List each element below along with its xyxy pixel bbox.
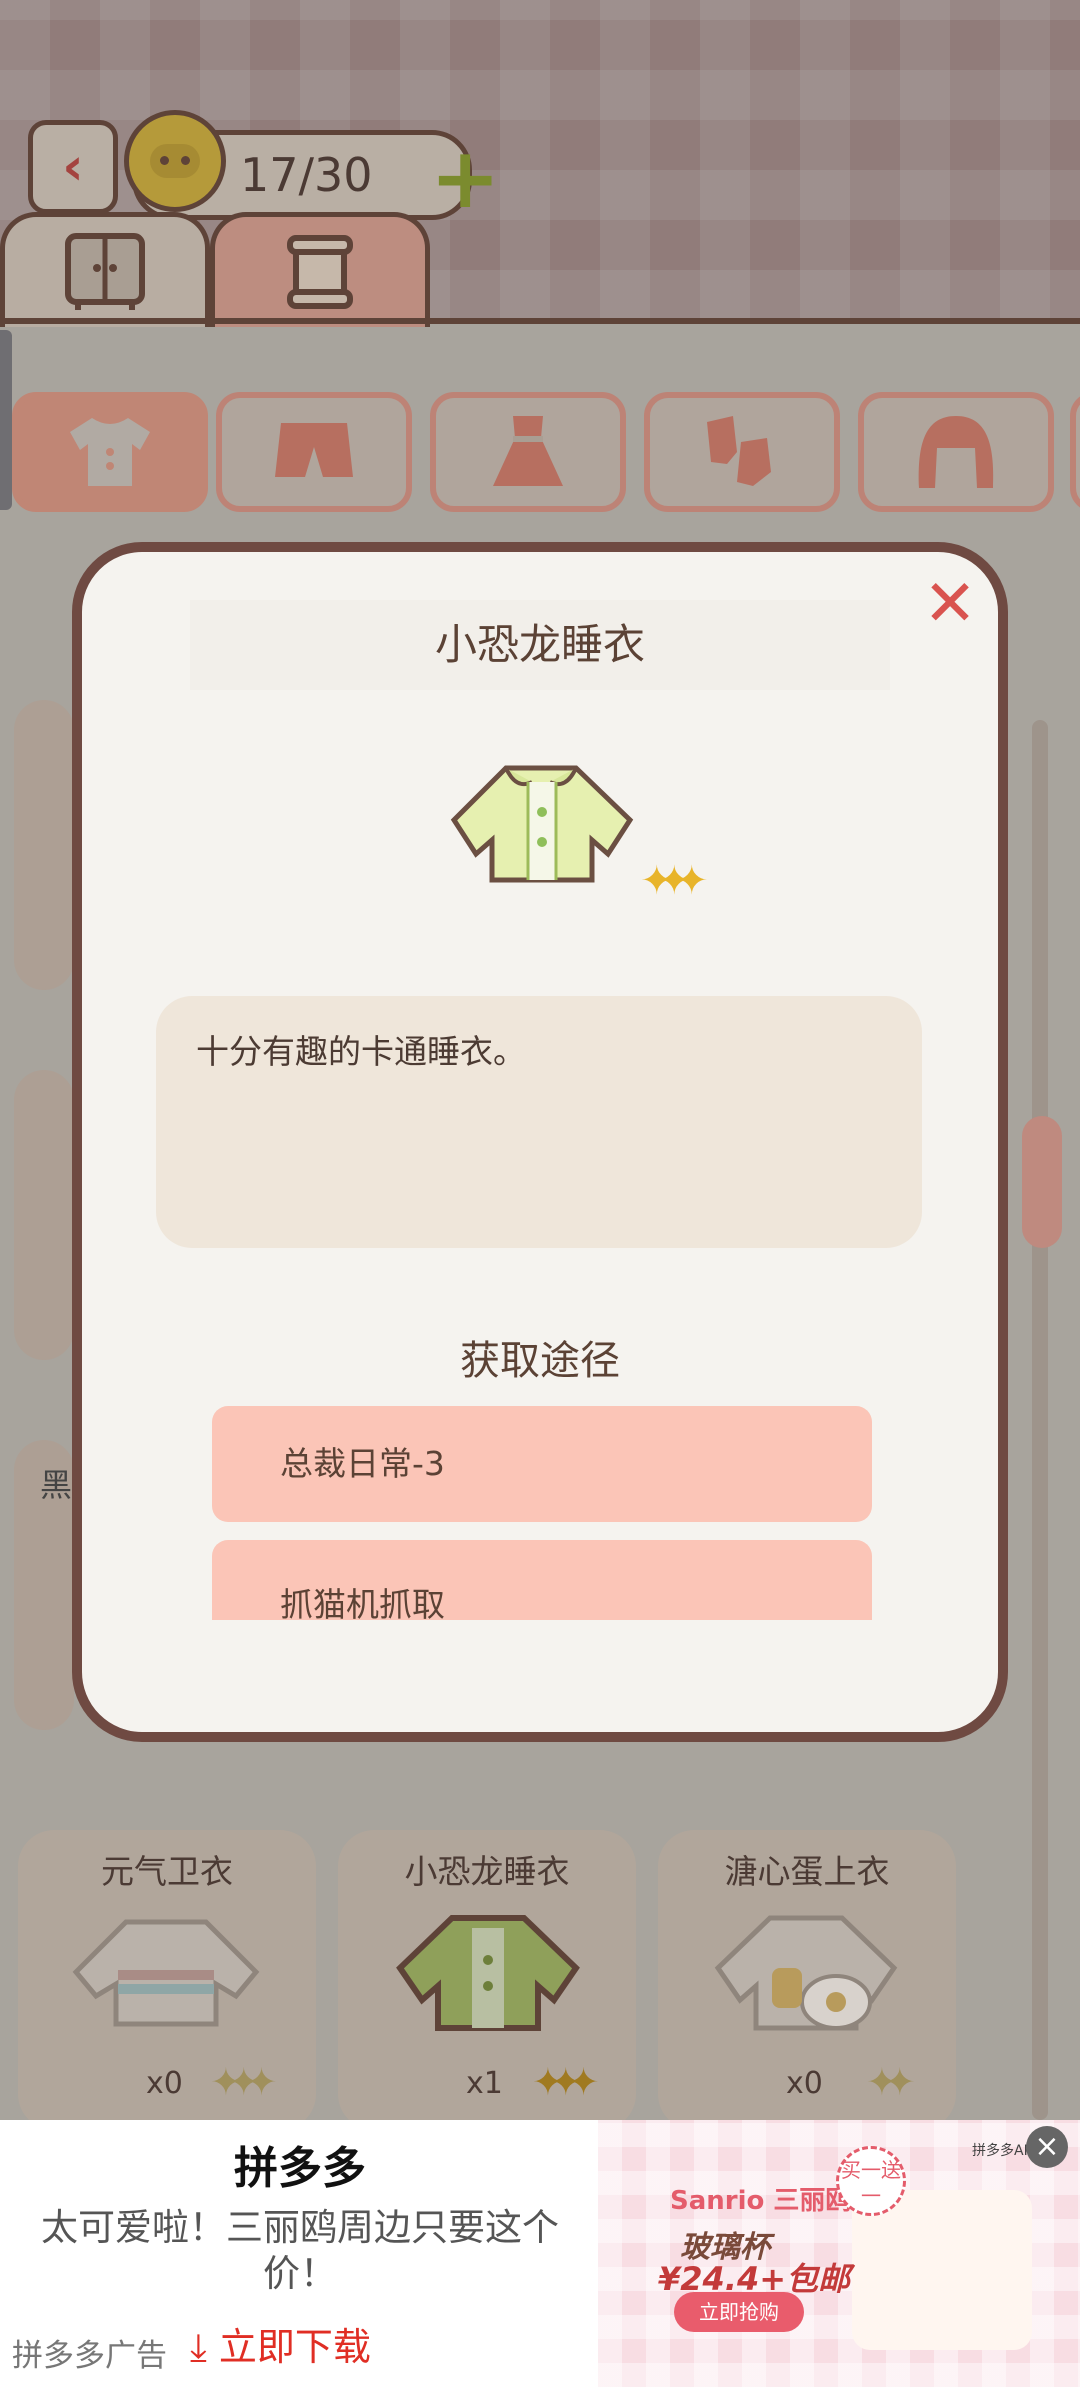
- acquire-route-item[interactable]: 总裁日常-3: [212, 1406, 872, 1522]
- item-description: 十分有趣的卡通睡衣。: [196, 1032, 526, 1071]
- hair-icon: [918, 416, 994, 488]
- category-hair[interactable]: [858, 392, 1054, 512]
- item-name: 小恐龙睡衣: [404, 1852, 570, 1891]
- item-name: 溏心蛋上衣: [724, 1852, 890, 1891]
- ad-cta-button[interactable]: 立即抢购: [674, 2292, 804, 2332]
- coin-count: 17/30: [240, 148, 373, 202]
- star-rating-icon: ✦✦✦: [532, 2060, 599, 2104]
- scroll-icon: [287, 235, 353, 309]
- star-rating-icon: ✦✦: [866, 2060, 916, 2104]
- list-item: [14, 1070, 74, 1360]
- category-socks[interactable]: [644, 392, 840, 512]
- acquire-heading: 获取途径: [460, 1338, 620, 1384]
- side-handle[interactable]: [0, 330, 12, 510]
- star-rating-icon: ✦✦✦: [640, 858, 708, 904]
- ad-close-button[interactable]: ×: [1026, 2126, 1068, 2168]
- ad-promo-badge: 买一送一: [836, 2146, 906, 2216]
- ad-app-name: 拼多多: [234, 2143, 366, 2194]
- egg-top-icon: [714, 1915, 898, 2031]
- tab-divider: [0, 318, 1080, 324]
- category-dresses[interactable]: [430, 392, 626, 512]
- shorts-icon: [275, 423, 353, 477]
- hoodie-icon: [72, 1919, 260, 2027]
- item-count: x1: [466, 2066, 503, 2101]
- close-icon: ✕: [923, 567, 977, 641]
- shirt-icon: [70, 418, 150, 486]
- coin-icon: [124, 110, 226, 212]
- dialog-title: 小恐龙睡衣: [190, 600, 890, 690]
- tab-scroll[interactable]: [210, 212, 430, 327]
- category-tops[interactable]: [12, 392, 208, 512]
- acquire-route-item[interactable]: 抓猫机抓取: [212, 1540, 872, 1620]
- item-count: x0: [146, 2066, 183, 2101]
- dino-pajama-icon: [450, 765, 634, 883]
- add-coins-button[interactable]: +: [430, 136, 500, 220]
- ad-brand: Sanrio 三丽鸥: [670, 2186, 852, 2216]
- scrollbar-track[interactable]: [1032, 720, 1048, 2120]
- ad-description: 太可爱啦！三丽鸥周边只要这个价！: [41, 2206, 559, 2295]
- item-name-partial: 黑: [40, 1466, 73, 1504]
- item-name: 元气卫衣: [101, 1852, 233, 1891]
- ad-source-label: 拼多多广告: [12, 2338, 167, 2374]
- star-rating-icon: ✦✦✦: [210, 2060, 277, 2104]
- scrollbar-thumb[interactable]: [1022, 1116, 1062, 1248]
- chevron-left-icon: ‹: [62, 137, 84, 197]
- socks-icon: [707, 416, 771, 486]
- close-icon: ×: [1034, 2129, 1060, 2164]
- category-bottoms[interactable]: [216, 392, 412, 512]
- dress-icon: [493, 416, 563, 486]
- wardrobe-icon: [65, 233, 145, 310]
- close-button[interactable]: ✕: [918, 572, 982, 636]
- category-more[interactable]: [1070, 392, 1080, 512]
- list-item: [14, 700, 74, 990]
- pajama-icon: [396, 1915, 580, 2031]
- item-count: x0: [786, 2066, 823, 2101]
- back-button[interactable]: ‹: [28, 120, 118, 214]
- tab-wardrobe[interactable]: [0, 212, 210, 327]
- ad-download-button[interactable]: ⤓ 立即下载: [190, 2316, 371, 2371]
